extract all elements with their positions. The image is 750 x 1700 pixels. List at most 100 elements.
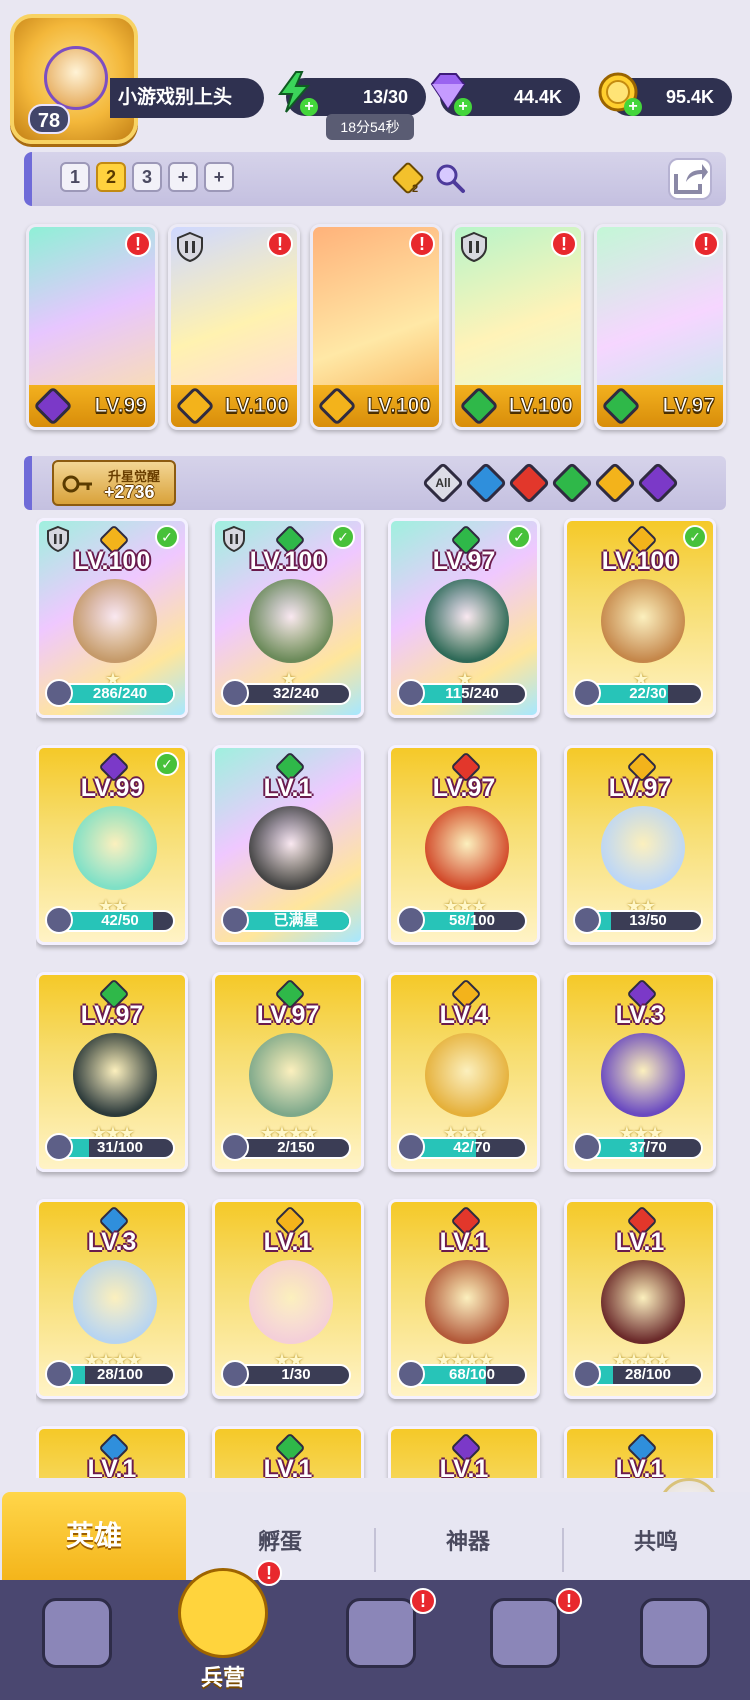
hero-lineup: LV.99! LV.100! LV.100! LV.100! LV.97! (26, 224, 726, 434)
hero-figure (73, 806, 157, 890)
lineup-slot[interactable]: LV.100! (168, 224, 300, 430)
hero-card[interactable]: LV.97 ★★★ 58/100 (388, 745, 540, 945)
hero-level: LV.1 (615, 1455, 665, 1478)
alert-badge: ! (409, 231, 435, 257)
lineup-slot[interactable]: LV.99! (26, 224, 158, 430)
share-button[interactable] (668, 158, 712, 200)
nav-cards[interactable] (22, 1594, 132, 1694)
hero-figure (249, 1033, 333, 1117)
hero-figure (601, 1260, 685, 1344)
lineup-slot[interactable]: LV.97! (594, 224, 726, 430)
check-icon: ✓ (155, 525, 179, 549)
filter-all-icon[interactable]: All (421, 461, 465, 505)
stamina-counter[interactable]: + 13/30 (278, 71, 426, 116)
hero-level: LV.1 (263, 1228, 313, 1256)
filter-light-icon[interactable] (593, 461, 637, 505)
alert-badge: ! (410, 1588, 436, 1614)
plus-icon[interactable]: + (624, 98, 642, 116)
team-badge-icon[interactable]: 2 (390, 160, 426, 196)
avatar-portrait (44, 46, 108, 110)
hero-level: LV.97 (608, 774, 672, 802)
hero-card[interactable]: LV.1 ★★★★ 68/100 (388, 1199, 540, 1399)
nav-barracks-label: 兵营 (200, 1665, 245, 1690)
hero-figure (249, 579, 333, 663)
hero-level: LV.1 (87, 1455, 137, 1478)
bottom-navigation: 兵营 ! ! ! (0, 1560, 750, 1700)
hero-card[interactable]: LV.3 ★★★★ 28/100 (36, 1199, 188, 1399)
lineup-slot[interactable]: LV.100! (452, 224, 584, 430)
tab-resonance[interactable]: 共鸣 (566, 1516, 746, 1568)
shard-icon (45, 906, 73, 934)
stamina-value: 13/30 (362, 87, 408, 107)
hero-card[interactable]: LV.1 (36, 1426, 188, 1478)
hero-level: LV.1 (263, 1455, 313, 1478)
filter-water-icon[interactable] (464, 461, 508, 505)
hero-card[interactable]: LV.1 ★★★★ 28/100 (564, 1199, 716, 1399)
filter-dark-icon[interactable] (636, 461, 680, 505)
search-icon[interactable] (432, 160, 468, 196)
hero-card[interactable]: LV.4 ★★★ 42/70 (388, 972, 540, 1172)
tab-heroes[interactable]: 英雄 (2, 1492, 186, 1580)
hero-card[interactable]: LV.97 ★★ 13/50 (564, 745, 716, 945)
hero-level: LV.97 (432, 547, 496, 575)
team-tab-add[interactable]: + (168, 162, 198, 192)
hero-card[interactable]: LV.3 ★★★ 37/70 (564, 972, 716, 1172)
hero-card[interactable]: LV.99 ★★ 42/50 ✓ (36, 745, 188, 945)
team-tab-3[interactable]: 3 (132, 162, 162, 192)
hero-level: LV.3 (615, 1001, 665, 1029)
hero-card[interactable]: LV.1 ★★ 1/30 (212, 1199, 364, 1399)
hero-card[interactable]: LV.100 ★ 286/240 ✓ (36, 518, 188, 718)
filter-nature-icon[interactable] (550, 461, 594, 505)
hero-card[interactable]: LV.97 ★ 115/240 ✓ (388, 518, 540, 718)
check-icon: ✓ (155, 752, 179, 776)
gems-counter[interactable]: + 44.4K (430, 73, 580, 116)
share-icon (674, 164, 708, 194)
hero-level: LV.1 (263, 774, 313, 802)
shard-icon (45, 679, 73, 707)
tab-divider (562, 1528, 564, 1572)
shard-icon (573, 906, 601, 934)
hero-card[interactable]: LV.100 ★ 32/240 ✓ (212, 518, 364, 718)
hero-card[interactable]: LV.97 ★★★★ 2/150 (212, 972, 364, 1172)
guild-icon (640, 1598, 710, 1668)
hero-figure (425, 1033, 509, 1117)
team-tab-2[interactable]: 2 (96, 162, 126, 192)
hero-card[interactable]: LV.1 (212, 1426, 364, 1478)
lineup-slot[interactable]: LV.100! (310, 224, 442, 430)
hero-level: LV.97 (80, 1001, 144, 1029)
awaken-button[interactable]: 升星觉醒 +2736 (52, 460, 176, 506)
filter-fire-icon[interactable] (507, 461, 551, 505)
hero-figure (425, 806, 509, 890)
nav-map[interactable]: ! (326, 1588, 436, 1694)
shield-icon (461, 231, 487, 263)
shard-icon (397, 906, 425, 934)
hero-level: LV.97 (432, 774, 496, 802)
hero-figure (425, 1260, 509, 1344)
plus-icon[interactable]: + (454, 98, 472, 116)
gold-counter[interactable]: + 95.4K (598, 72, 732, 116)
team-tab-add[interactable]: + (204, 162, 234, 192)
hero-card[interactable]: LV.97 ★★★ 31/100 (36, 972, 188, 1172)
nav-temple[interactable]: ! (470, 1588, 582, 1694)
tab-artifacts[interactable]: 神器 (378, 1516, 558, 1568)
hero-figure (249, 806, 333, 890)
shard-icon (573, 1360, 601, 1388)
check-icon: ✓ (683, 525, 707, 549)
hero-card[interactable]: LV.1 (564, 1426, 716, 1478)
check-icon: ✓ (331, 525, 355, 549)
shield-icon (177, 231, 203, 263)
hero-figure (425, 579, 509, 663)
player-name[interactable]: 小游戏别上头 (110, 78, 264, 118)
hero-card[interactable]: LV.1 已满星 (212, 745, 364, 945)
shard-icon (573, 1133, 601, 1161)
hero-card[interactable]: LV.1 (388, 1426, 540, 1478)
shard-icon (221, 906, 249, 934)
team-tab-1[interactable]: 1 (60, 162, 90, 192)
filter-all-label: All (435, 476, 451, 490)
hero-card[interactable]: LV.100 ★ 22/30 ✓ (564, 518, 716, 718)
hero-figure (601, 579, 685, 663)
hero-level: LV.4 (439, 1001, 489, 1029)
nav-guild[interactable] (620, 1594, 730, 1694)
plus-icon[interactable]: + (300, 98, 318, 116)
nav-barracks[interactable]: 兵营 ! (168, 1554, 282, 1694)
